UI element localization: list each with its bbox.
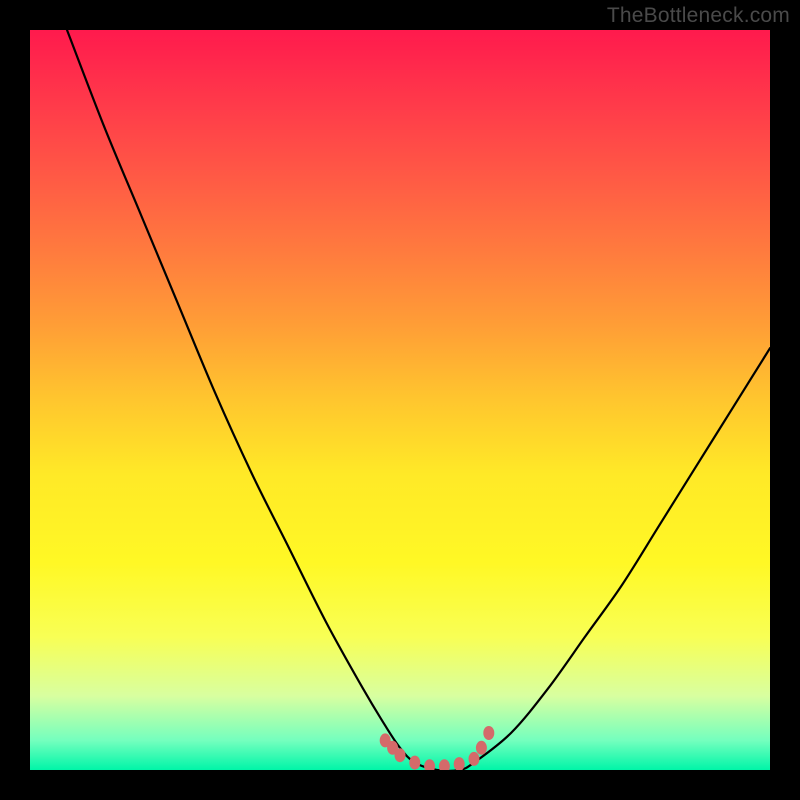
chart-frame: TheBottleneck.com <box>0 0 800 800</box>
plot-svg <box>30 30 770 770</box>
marker-point <box>483 726 494 740</box>
marker-point <box>409 756 420 770</box>
marker-point <box>439 759 450 770</box>
marker-group <box>380 726 495 770</box>
marker-point <box>469 752 480 766</box>
marker-point <box>476 741 487 755</box>
marker-point <box>424 759 435 770</box>
marker-point <box>395 748 406 762</box>
attribution-label: TheBottleneck.com <box>607 4 790 28</box>
bottleneck-curve <box>67 30 770 770</box>
plot-area <box>30 30 770 770</box>
marker-point <box>454 757 465 770</box>
